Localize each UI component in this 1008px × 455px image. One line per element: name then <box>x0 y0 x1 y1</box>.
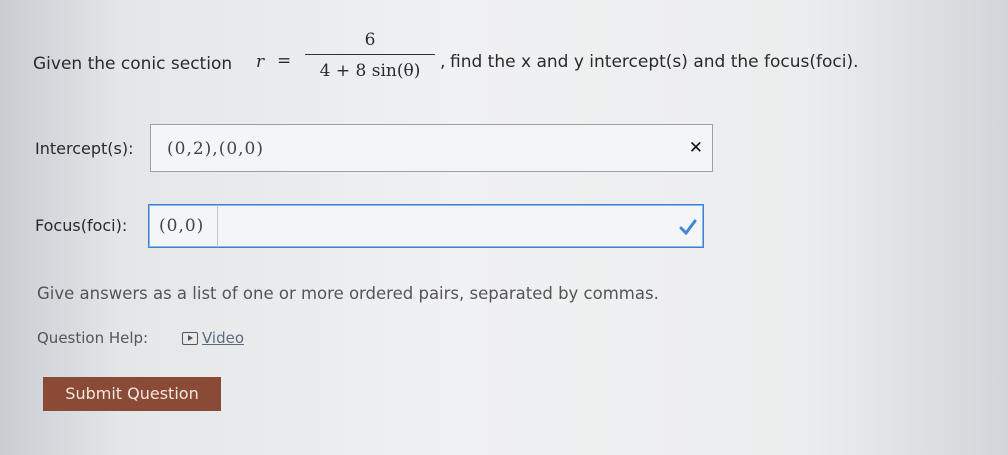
focus-label: Focus(foci): <box>35 216 128 235</box>
question-suffix: find the x and y intercept(s) and the fo… <box>450 52 859 72</box>
video-play-icon <box>182 332 198 345</box>
fraction-denominator: 4 + 8 sin(θ) <box>319 61 421 81</box>
submit-question-button[interactable]: Submit Question <box>43 377 221 411</box>
equals-sign: = <box>277 51 292 71</box>
question-comma: , <box>440 52 446 72</box>
intercepts-label: Intercept(s): <box>35 139 134 158</box>
focus-input-box[interactable]: (0,0) <box>149 205 218 247</box>
fraction: 6 4 + 8 sin(θ) <box>305 30 435 81</box>
video-link-label[interactable]: Video <box>202 329 244 347</box>
fraction-bar <box>305 54 435 55</box>
fraction-numerator: 6 <box>364 30 376 50</box>
video-link[interactable]: Video <box>182 328 244 347</box>
instructions-text: Give answers as a list of one or more or… <box>37 284 659 303</box>
focus-answer[interactable]: (0,0) <box>159 216 204 236</box>
intercepts-answer[interactable]: (0,2),(0,0) <box>167 139 264 159</box>
r-variable: r <box>256 52 265 72</box>
checkmark-icon <box>679 219 697 239</box>
intercepts-field[interactable]: (0,2),(0,0) ✕ <box>150 124 713 172</box>
x-mark-icon: ✕ <box>688 138 703 158</box>
question-help-label: Question Help: <box>37 329 149 347</box>
question-prefix: Given the conic section <box>33 54 233 74</box>
focus-field[interactable]: (0,0) <box>148 204 704 248</box>
